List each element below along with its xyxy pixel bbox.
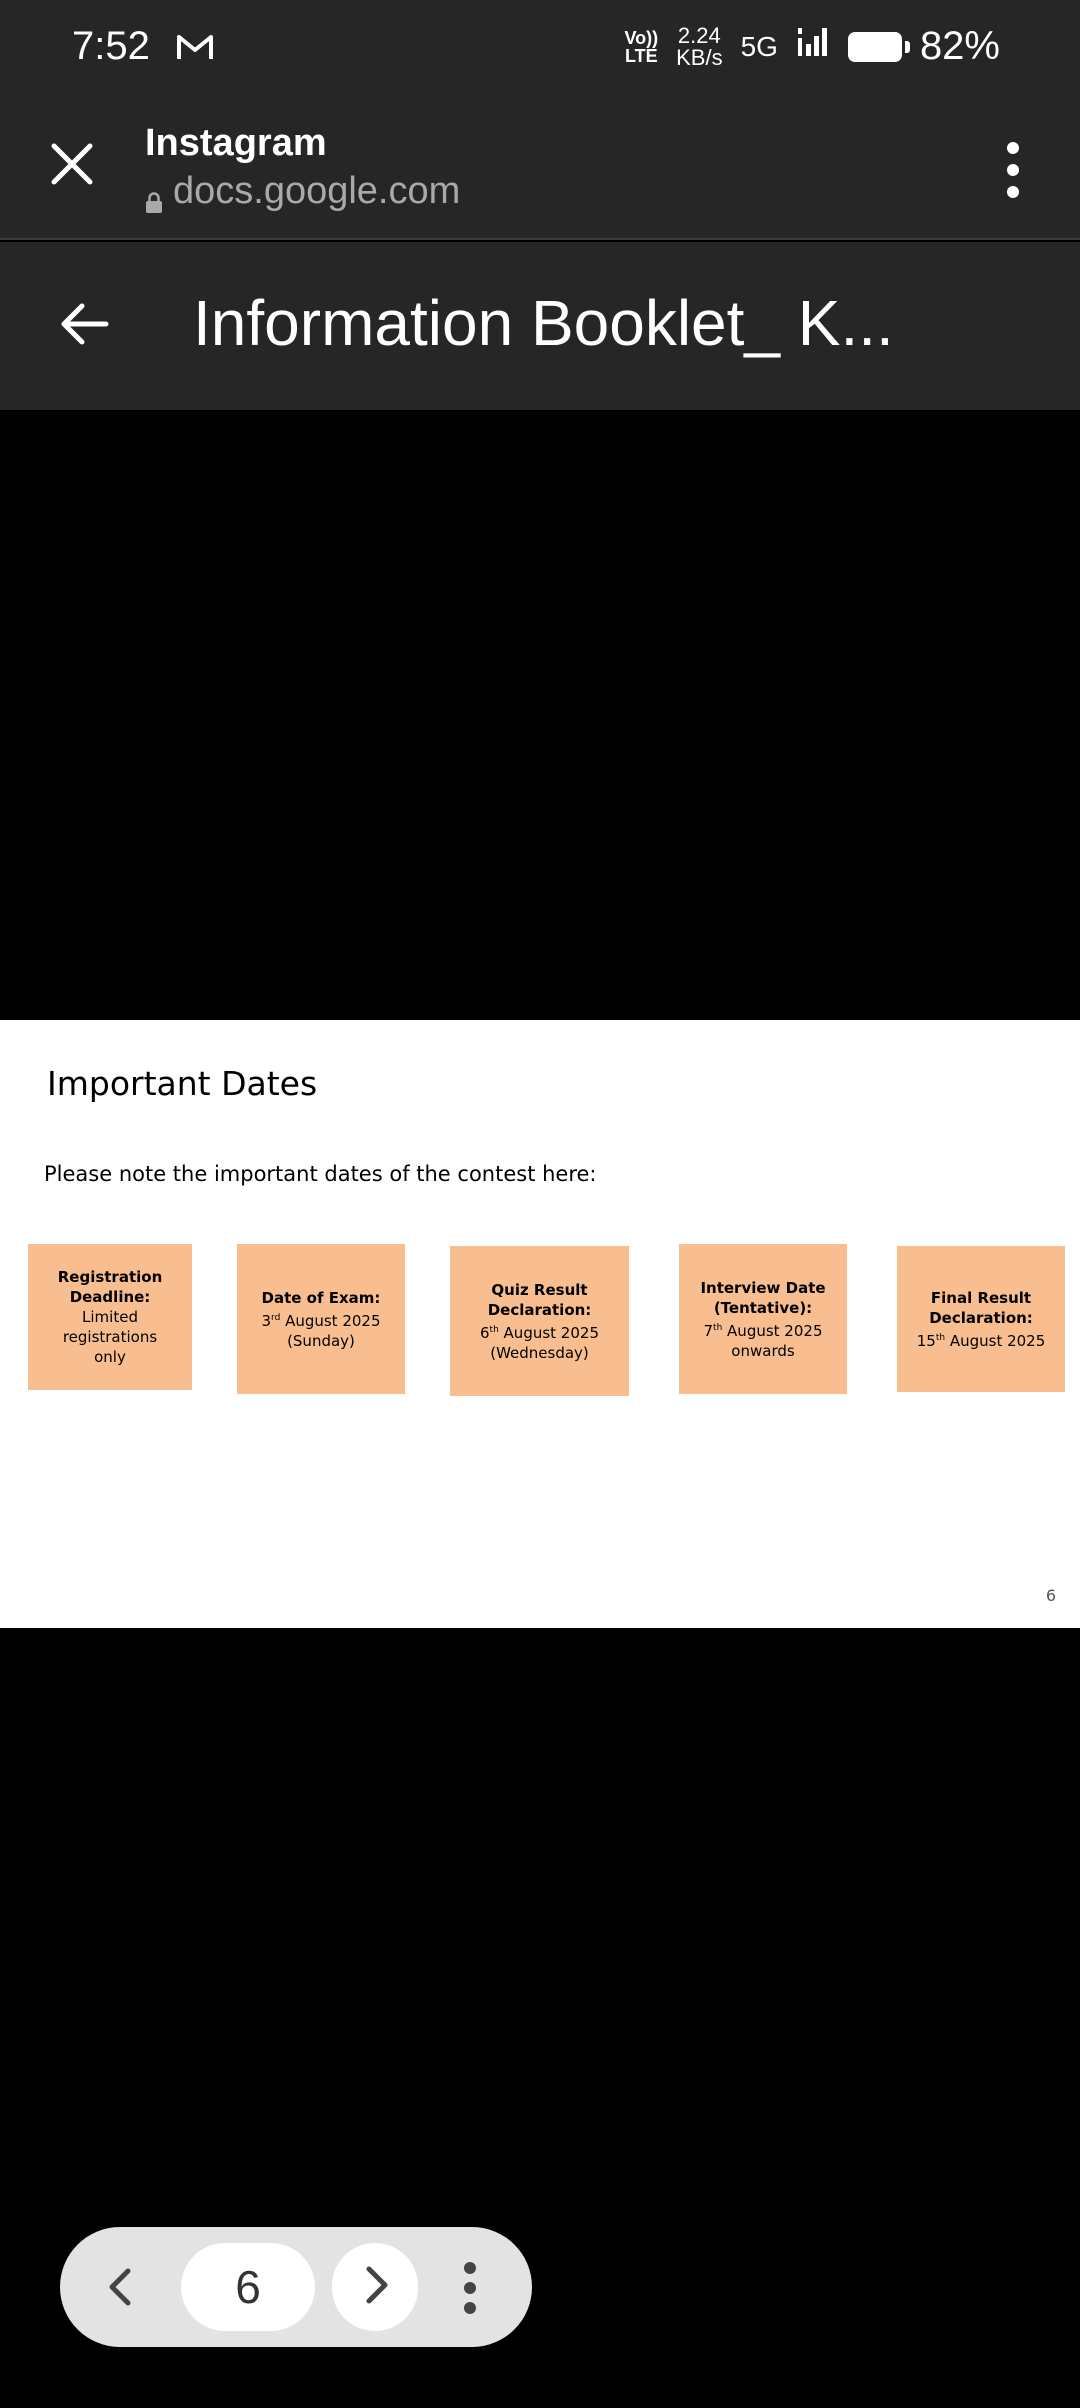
battery-percent: 82% [919,24,1000,68]
back-arrow-icon[interactable] [54,294,114,354]
date-card-final-result: Final Result Declaration: 15th August 20… [897,1246,1065,1392]
slide-intro: Please note the important dates of the c… [44,1162,597,1186]
date-card-extra: (Wednesday) [490,1343,589,1362]
more-options-icon[interactable] [998,140,1028,200]
tab-url: docs.google.com [145,170,460,213]
slide-page: Important Dates Please note the importan… [0,1020,1080,1628]
date-card-extra: (Sunday) [287,1331,355,1350]
close-icon[interactable] [44,136,100,192]
date-card-interview: Interview Date (Tentative): 7th August 2… [679,1244,847,1394]
url-text: docs.google.com [173,170,461,212]
previous-page-button[interactable] [98,2263,146,2311]
signal-icon [796,26,830,67]
slide-heading: Important Dates [47,1064,318,1103]
volte-top: Vo)) [624,27,659,48]
next-page-button[interactable] [332,2243,418,2331]
date-card-line: Limited registrations [62,1308,158,1346]
network-speed-unit: KB/s [676,44,723,70]
network-type: 5G [740,30,778,62]
document-header: Information Booklet_ K... [0,242,1080,410]
date-card-registration: Registration Deadline: Limited registrat… [28,1244,192,1390]
document-title: Information Booklet_ K... [193,287,894,359]
status-time: 7:52 [72,24,150,68]
date-card-date: 7th August 2025 [703,1321,823,1340]
volte-indicator: Vo)) LTE [624,29,658,65]
date-card-label: Date of Exam: [261,1288,381,1307]
gmail-icon [176,32,214,67]
page-menu-icon[interactable] [460,2261,480,2315]
battery-icon [847,31,910,62]
custom-tab-bar: Instagram docs.google.com [0,100,1080,240]
current-page-indicator[interactable]: 6 [181,2243,315,2331]
tab-title: Instagram [145,122,327,164]
date-card-date: 15th August 2025 [916,1331,1046,1350]
date-card-line: only [94,1348,126,1366]
date-card-extra: onwards [731,1341,795,1360]
page-navigator: 6 [60,2227,532,2347]
date-card-label: Quiz Result Declaration: [487,1280,592,1319]
date-card-label: Interview Date (Tentative): [700,1278,826,1317]
network-speed-value: 2.24 [677,22,721,48]
slide-page-number: 6 [1045,1586,1056,1605]
date-card-label: Registration Deadline: [57,1268,163,1306]
date-card-date: 3rd August 2025 [261,1311,381,1330]
chevron-right-icon [351,2261,399,2314]
lock-icon [145,181,163,213]
status-indicators: Vo)) LTE 2.24 KB/s 5G 82% [624,24,1000,69]
date-card-label: Final Result Declaration: [929,1288,1033,1327]
date-card-date: 6th August 2025 [480,1323,599,1342]
volte-bottom: LTE [624,45,658,66]
status-bar: 7:52 Vo)) LTE 2.24 KB/s 5G 82% [0,0,1080,100]
network-speed: 2.24 KB/s [676,22,723,70]
date-card-exam: Date of Exam: 3rd August 2025 (Sunday) [237,1244,405,1394]
date-card-quiz-result: Quiz Result Declaration: 6th August 2025… [450,1246,629,1396]
